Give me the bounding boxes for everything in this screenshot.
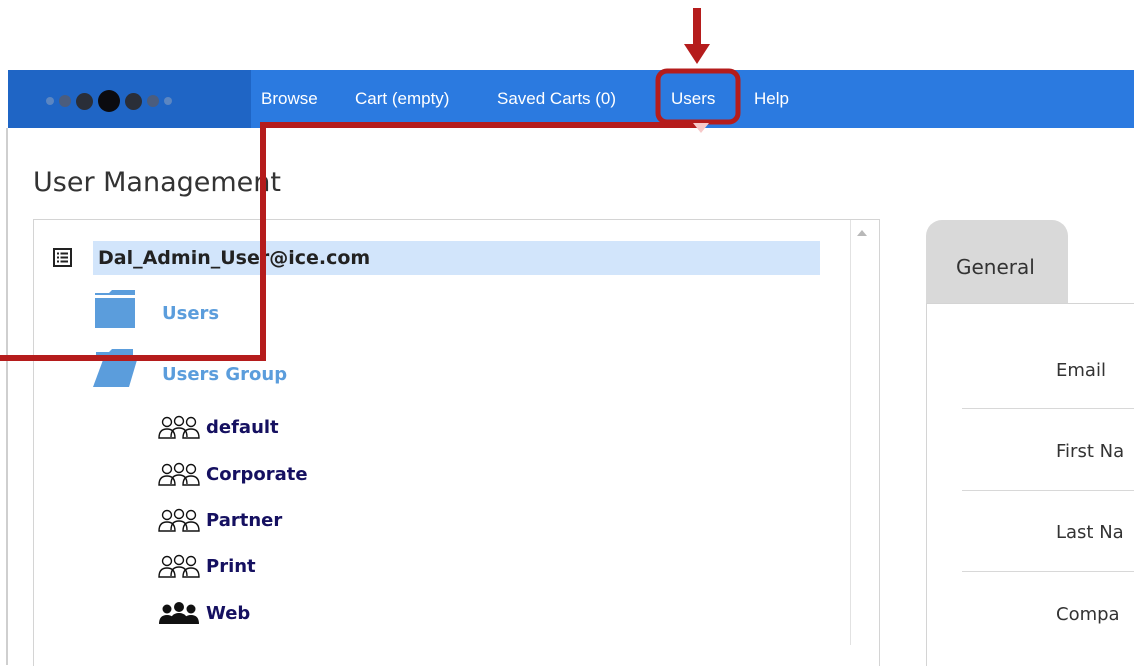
group-label-partner: Partner <box>206 509 283 531</box>
logo-dot <box>164 97 172 105</box>
tree-scrollbar[interactable] <box>850 220 879 645</box>
group-label-default: default <box>206 416 279 438</box>
field-divider <box>962 490 1134 491</box>
nav-link-browse[interactable]: Browse <box>261 89 318 109</box>
tree-root-label[interactable]: Dal_Admin_User@ice.com <box>98 247 370 269</box>
logo-dot <box>46 97 54 105</box>
tree-group-item[interactable]: Print <box>158 551 256 581</box>
tree-group-item[interactable]: Corporate <box>158 459 308 489</box>
field-label-last-name: Last Na <box>1056 522 1124 543</box>
group-outline-icon <box>158 554 200 578</box>
window-border <box>6 128 8 665</box>
logo[interactable] <box>8 70 251 128</box>
folder-icon[interactable] <box>93 289 137 329</box>
nav-link-saved-carts[interactable]: Saved Carts (0) <box>497 89 616 109</box>
list-icon <box>53 248 72 267</box>
field-divider <box>962 408 1134 409</box>
field-divider <box>962 571 1134 572</box>
group-filled-icon <box>159 602 199 624</box>
field-label-company: Compa <box>1056 604 1120 625</box>
logo-dot <box>125 92 142 110</box>
tree-folder-users[interactable]: Users <box>162 303 219 324</box>
scroll-up-arrow-icon[interactable] <box>857 230 867 236</box>
group-label-corporate: Corporate <box>206 463 308 485</box>
nav-link-users[interactable]: Users <box>671 89 715 109</box>
group-outline-icon <box>158 415 200 439</box>
tree-folder-users-group[interactable]: Users Group <box>162 364 287 385</box>
logo-dot <box>76 92 93 110</box>
tab-general[interactable]: General <box>926 220 1068 304</box>
tree-group-item[interactable]: Partner <box>158 505 282 535</box>
logo-dot <box>59 95 71 107</box>
tab-general-label: General <box>956 255 1035 279</box>
nav-link-help[interactable]: Help <box>754 89 789 109</box>
field-label-email: Email <box>1056 360 1106 381</box>
logo-dot <box>98 90 120 112</box>
top-nav-bar: Browse Cart (empty) Saved Carts (0) User… <box>8 70 1134 128</box>
field-label-first-name: First Na <box>1056 441 1125 462</box>
nav-link-cart[interactable]: Cart (empty) <box>355 89 449 109</box>
tree-group-item[interactable]: default <box>158 412 279 442</box>
group-label-web: Web <box>206 602 251 624</box>
folder-open-icon[interactable] <box>93 348 137 388</box>
logo-dots <box>46 90 172 112</box>
page-title: User Management <box>33 167 281 198</box>
annotation-arrow <box>684 8 710 64</box>
group-outline-icon <box>158 508 200 532</box>
group-label-print: Print <box>206 555 256 577</box>
group-outline-icon <box>158 462 200 486</box>
logo-dot <box>147 95 159 107</box>
tree-group-item[interactable]: Web <box>158 598 250 628</box>
